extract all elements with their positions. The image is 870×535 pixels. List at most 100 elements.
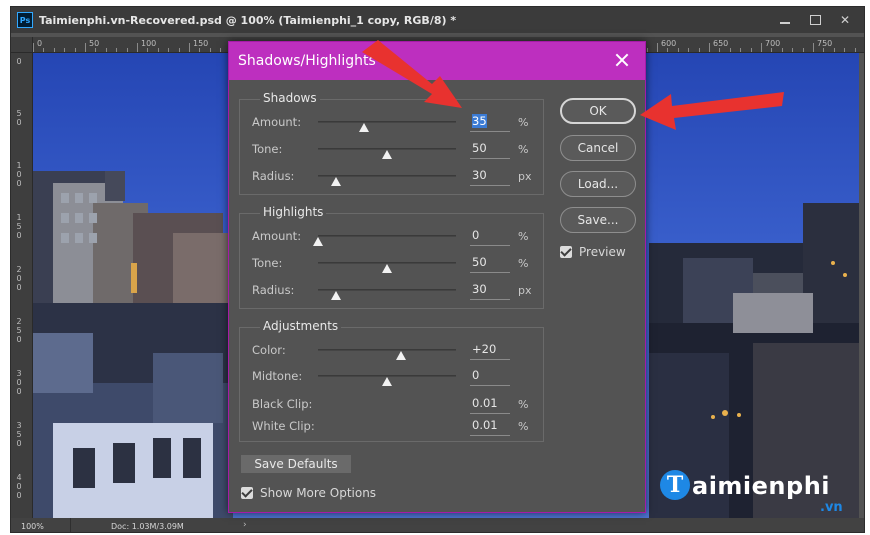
adjustments-group-title: Adjustments <box>260 319 342 333</box>
preview-label: Preview <box>579 245 626 259</box>
ruler-tick <box>64 48 65 52</box>
white-clip-input[interactable]: 0.01 <box>470 418 510 436</box>
document-title-bar[interactable]: Ps Taimienphi.vn-Recovered.psd @ 100% (T… <box>11 7 864 33</box>
shadows-amount-row: Amount: 35 % <box>240 113 543 135</box>
ruler-tick <box>730 48 731 52</box>
close-window-icon[interactable]: ✕ <box>832 10 858 30</box>
ruler-top-label: 100 <box>141 39 157 48</box>
highlights-amount-input[interactable]: 0 <box>470 228 510 246</box>
ruler-top-label: 50 <box>89 39 100 48</box>
ruler-tick <box>803 48 804 52</box>
color-label: Color: <box>252 343 286 357</box>
maximize-icon[interactable] <box>802 10 828 30</box>
ruler-top-label: 700 <box>765 39 781 48</box>
show-more-options-checkbox[interactable]: Show More Options <box>241 486 376 500</box>
minimize-icon[interactable] <box>772 10 798 30</box>
dialog-title-bar[interactable]: Shadows/Highlights <box>229 42 645 80</box>
save-defaults-button[interactable]: Save Defaults <box>241 455 351 473</box>
ruler-left-label: 5 0 <box>16 109 22 127</box>
ruler-tick <box>647 48 648 52</box>
ruler-top-label: 0 <box>37 39 43 48</box>
adjustments-group: Adjustments Color: +20 Midtone: 0 Black … <box>239 319 544 442</box>
show-more-check-icon[interactable] <box>241 487 253 499</box>
ruler-tick <box>771 48 772 52</box>
ruler-tick <box>709 43 710 52</box>
shadows-radius-unit: px <box>518 170 532 183</box>
shadows-radius-input[interactable]: 30 <box>470 168 510 186</box>
ruler-tick <box>127 48 128 52</box>
ruler-top-label: 750 <box>817 39 833 48</box>
window-controls: ✕ <box>772 7 858 33</box>
highlights-radius-input[interactable]: 30 <box>470 282 510 300</box>
ruler-tick <box>761 43 762 52</box>
black-clip-row: Black Clip: 0.01 % <box>240 395 543 417</box>
ruler-tick <box>740 48 741 52</box>
shadows-tone-label: Tone: <box>252 142 283 156</box>
shadows-amount-input[interactable]: 35 <box>470 114 510 132</box>
shadows-tone-slider-thumb[interactable] <box>382 150 392 159</box>
color-slider[interactable] <box>318 349 456 351</box>
black-clip-label: Black Clip: <box>252 397 313 411</box>
ruler-corner[interactable] <box>11 37 33 53</box>
cancel-button[interactable]: Cancel <box>560 135 636 161</box>
zoom-level[interactable]: 100% <box>11 518 71 532</box>
ruler-left-label: 2 5 0 <box>16 317 22 344</box>
color-slider-thumb[interactable] <box>395 351 406 360</box>
color-input[interactable]: +20 <box>470 342 510 360</box>
highlights-amount-slider-thumb[interactable] <box>313 237 323 246</box>
ruler-tick <box>147 48 148 52</box>
highlights-radius-slider-thumb[interactable] <box>330 291 341 300</box>
white-clip-label: White Clip: <box>252 419 315 433</box>
ruler-tick <box>210 48 211 52</box>
status-menu-arrow-icon[interactable]: › <box>243 520 247 530</box>
ruler-tick <box>189 43 190 52</box>
ruler-left-label: 3 5 0 <box>16 421 22 448</box>
highlights-tone-input[interactable]: 50 <box>470 255 510 273</box>
black-clip-input[interactable]: 0.01 <box>470 396 510 414</box>
vertical-ruler[interactable]: 0 5 0 1 0 0 1 5 0 2 0 0 2 5 0 3 0 0 3 5 0 4 0 0 <box>11 37 33 519</box>
shadows-radius-row: Radius: 30 px <box>240 167 543 189</box>
show-more-options-label: Show More Options <box>260 486 377 500</box>
ruler-tick <box>179 48 180 52</box>
save-button[interactable]: Save... <box>560 207 636 233</box>
highlights-tone-slider-thumb[interactable] <box>382 264 392 273</box>
dialog-title: Shadows/Highlights <box>238 53 376 69</box>
ruler-tick <box>199 48 200 52</box>
ruler-tick <box>106 48 107 52</box>
ruler-tick <box>719 48 720 52</box>
ruler-tick <box>823 48 824 52</box>
ruler-tick <box>782 48 783 52</box>
highlights-radius-label: Radius: <box>252 283 295 297</box>
shadows-group: Shadows Amount: 35 % Tone: 50 % Radius: … <box>239 91 544 195</box>
shadows-amount-slider-thumb[interactable] <box>358 123 369 132</box>
midtone-input[interactable]: 0 <box>470 368 510 386</box>
ruler-top-label: 650 <box>713 39 729 48</box>
shadows-tone-input[interactable]: 50 <box>470 141 510 159</box>
ruler-top-label: 600 <box>661 39 677 48</box>
load-button[interactable]: Load... <box>560 171 636 197</box>
shadows-tone-row: Tone: 50 % <box>240 140 543 162</box>
shadows-highlights-dialog: Shadows/Highlights Shadows Amount: 35 % … <box>228 41 646 513</box>
highlights-tone-unit: % <box>518 257 529 270</box>
shadows-amount-slider[interactable] <box>318 121 456 123</box>
shadows-amount-unit: % <box>518 116 529 129</box>
shadows-radius-slider-thumb[interactable] <box>330 177 341 186</box>
ruler-left-label: 2 0 0 <box>16 265 22 292</box>
highlights-group-title: Highlights <box>260 205 327 219</box>
highlights-amount-slider[interactable] <box>318 235 456 237</box>
close-icon[interactable] <box>613 51 631 69</box>
ruler-left-label: 1 5 0 <box>16 213 22 240</box>
ruler-top-label: 150 <box>193 39 209 48</box>
ruler-tick <box>699 48 700 52</box>
midtone-slider-thumb[interactable] <box>382 377 392 386</box>
ruler-tick <box>678 48 679 52</box>
preview-check-icon[interactable] <box>560 246 572 258</box>
preview-checkbox[interactable]: Preview <box>560 245 626 259</box>
ruler-left-label: 1 0 0 <box>16 161 22 188</box>
highlights-tone-row: Tone: 50 % <box>240 254 543 276</box>
highlights-group: Highlights Amount: 0 % Tone: 50 % Radius… <box>239 205 544 309</box>
white-clip-row: White Clip: 0.01 % <box>240 417 543 439</box>
ok-button[interactable]: OK <box>560 98 636 124</box>
adjustments-color-row: Color: +20 <box>240 341 543 363</box>
ruler-tick <box>834 48 835 52</box>
